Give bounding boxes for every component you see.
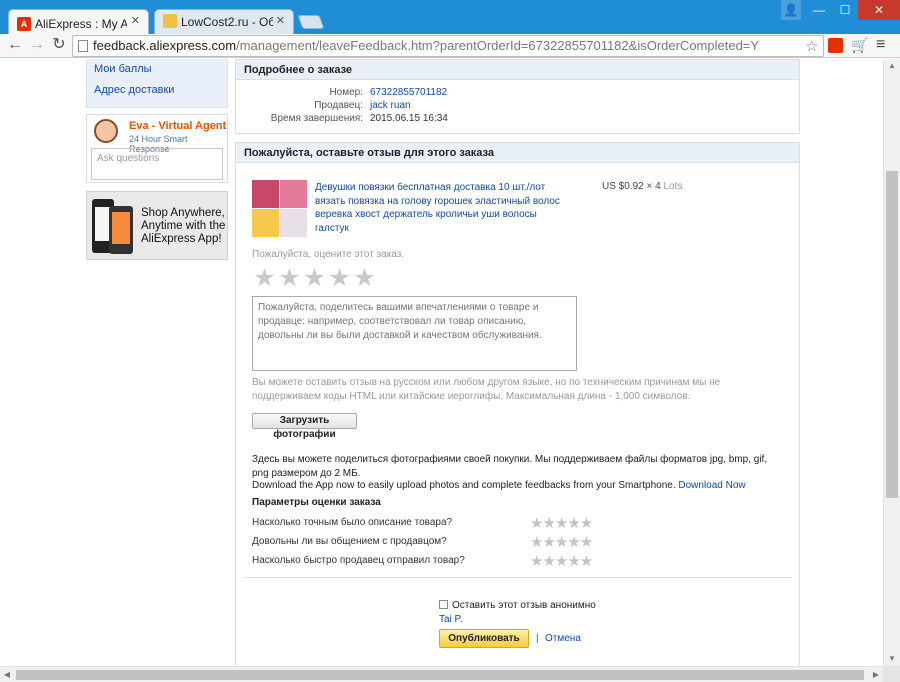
completion-time-value: 2015.06.15 16:34 <box>370 113 448 124</box>
star-3-icon[interactable]: ★ <box>302 265 327 291</box>
app-download-line: Download the App now to easily upload ph… <box>252 480 746 491</box>
page-viewport: Мои баллы Адрес доставки Eva - Virtual A… <box>0 59 883 666</box>
tab-aliexpress[interactable]: A AliExpress : My AliEx ✕ <box>8 9 149 34</box>
bookmark-star-icon[interactable]: ☆ <box>805 37 818 55</box>
sidebar-nav: Мои баллы Адрес доставки <box>86 59 228 108</box>
rate-order-prompt: Пожалуйста, оцените этот заказ. <box>252 249 405 260</box>
upload-photos-button[interactable]: Загрузить фотографии <box>252 413 357 440</box>
seller-row: Продавец: jack ruan <box>236 100 799 113</box>
sidebar-item-address[interactable]: Адрес доставки <box>87 82 227 103</box>
browser-toolbar: ← → ↻ feedback.aliexpress.com/management… <box>0 34 900 58</box>
scroll-left-arrow-icon[interactable]: ◀ <box>0 667 14 682</box>
horizontal-scroll-thumb[interactable] <box>16 670 864 680</box>
completion-time-row: Время завершения: 2015.06.15 16:34 <box>236 113 799 126</box>
virtual-agent-panel: Eva - Virtual Agent 24 Hour Smart Respon… <box>86 114 228 183</box>
param-shipping-speed: Насколько быстро продавец отправил товар… <box>252 553 612 570</box>
cancel-link[interactable]: Отмена <box>545 633 581 644</box>
rating-params-title: Параметры оценки заказа <box>252 497 381 508</box>
param-rating-stars[interactable]: ★★★★★ <box>530 552 593 570</box>
ask-questions-input[interactable]: Ask questions <box>91 148 223 180</box>
close-window-button[interactable]: ✕ <box>858 0 900 20</box>
tab-title: AliExpress : My AliEx <box>35 17 127 31</box>
minimize-button[interactable]: — <box>806 0 832 20</box>
product-thumbnail[interactable] <box>252 180 307 237</box>
left-sidebar: Мои баллы Адрес доставки Eva - Virtual A… <box>86 59 228 260</box>
param-seller-communication: Довольны ли вы общением с продавцом? ★★★★… <box>252 534 612 551</box>
seller-link[interactable]: jack ruan <box>370 100 411 111</box>
param-question: Насколько быстро продавец отправил товар… <box>252 555 465 566</box>
price-value: US $0.92 × 4 <box>602 181 661 192</box>
agent-name[interactable]: Eva - Virtual Agent <box>129 120 226 132</box>
vertical-scroll-thumb[interactable] <box>886 171 898 498</box>
order-details-heading: Подробнее о заказе <box>236 60 799 80</box>
star-1-icon[interactable]: ★ <box>252 265 277 291</box>
tab-lowcost[interactable]: LowCost2.ru - Обзор ✕ <box>154 9 294 34</box>
app-promo-banner[interactable]: Shop Anywhere, Anytime with the AliExpre… <box>86 191 228 260</box>
aliexpress-icon: A <box>17 17 31 31</box>
horizontal-scrollbar[interactable]: ◀ ▶ <box>0 666 883 682</box>
sidebar-item-points[interactable]: Мои баллы <box>87 61 227 82</box>
app-promo-text: Shop Anywhere, Anytime with the AliExpre… <box>141 207 226 245</box>
scrollbar-corner <box>883 666 900 682</box>
order-number-row: Номер: 67322855701182 <box>236 87 799 100</box>
user-name-link[interactable]: Tai P. <box>439 614 463 625</box>
app-download-text: Download the App now to easily upload ph… <box>252 480 676 491</box>
user-profile-icon[interactable]: 👤 <box>781 0 801 20</box>
cart-extension-icon[interactable]: 🛒 <box>851 37 868 54</box>
param-rating-stars[interactable]: ★★★★★ <box>530 514 593 532</box>
star-2-icon[interactable]: ★ <box>277 265 302 291</box>
close-tab-icon[interactable]: ✕ <box>276 14 285 27</box>
scroll-up-arrow-icon[interactable]: ▲ <box>884 59 900 73</box>
order-number-link[interactable]: 67322855701182 <box>370 87 447 98</box>
chrome-menu-icon[interactable]: ≡ <box>876 36 885 54</box>
tab-title: LowCost2.ru - Обзор <box>181 15 273 29</box>
action-separator: | <box>536 633 539 644</box>
seller-label: Продавец: <box>314 100 363 111</box>
param-rating-stars[interactable]: ★★★★★ <box>530 533 593 551</box>
address-bar[interactable]: feedback.aliexpress.com/management/leave… <box>72 35 824 57</box>
feedback-textarea[interactable] <box>252 296 577 371</box>
order-rating-stars[interactable]: ★ ★ ★ ★ ★ <box>252 265 377 291</box>
price-unit: Lots <box>663 181 683 192</box>
reload-icon[interactable]: ↻ <box>50 36 68 54</box>
anonymous-checkbox[interactable] <box>439 600 448 609</box>
order-number-label: Номер: <box>329 87 363 98</box>
back-arrow-icon[interactable]: ← <box>6 36 24 54</box>
lowcost-icon <box>163 14 177 28</box>
browser-titlebar: A AliExpress : My AliEx ✕ LowCost2.ru - О… <box>0 0 900 34</box>
url-host: feedback.aliexpress.com <box>93 38 237 53</box>
scroll-right-arrow-icon[interactable]: ▶ <box>869 667 883 682</box>
param-question: Насколько точным было описание товара? <box>252 517 453 528</box>
section-divider <box>244 577 792 578</box>
photo-info-text: Здесь вы можете поделиться фотографиями … <box>252 454 768 479</box>
maximize-button[interactable]: ☐ <box>832 0 858 20</box>
param-description-accuracy: Насколько точным было описание товара? ★★… <box>252 515 612 532</box>
scroll-down-arrow-icon[interactable]: ▼ <box>884 652 900 666</box>
aliexpress-extension-icon[interactable] <box>828 38 843 53</box>
product-title-link[interactable]: Девушки повязки бесплатная доставка 10 ш… <box>315 181 565 235</box>
product-price: US $0.92 × 4 Lots <box>602 181 682 192</box>
order-details-list: Номер: 67322855701182 Продавец: jack ruan … <box>236 80 799 126</box>
anonymous-label: Оставить этот отзыв анонимно <box>452 600 596 611</box>
main-content: Подробнее о заказе Номер: 67322855701182 … <box>235 59 800 666</box>
param-question: Довольны ли вы общением с продавцом? <box>252 536 447 547</box>
anonymous-option[interactable]: Оставить этот отзыв анонимно <box>439 600 596 611</box>
phone-image <box>109 206 133 254</box>
url-path: /management/leaveFeedback.htm?parentOrde… <box>236 38 760 53</box>
agent-avatar <box>94 119 118 143</box>
publish-button[interactable]: Опубликовать <box>439 629 529 648</box>
page-icon <box>78 40 88 52</box>
feedback-hint: Вы можете оставить отзыв на русском или … <box>252 377 721 402</box>
new-tab-button[interactable] <box>297 15 325 29</box>
star-5-icon[interactable]: ★ <box>352 265 377 291</box>
forward-arrow-icon[interactable]: → <box>28 36 46 54</box>
download-now-link[interactable]: Download Now <box>678 480 745 491</box>
order-details-box: Подробнее о заказе Номер: 67322855701182 … <box>235 59 800 134</box>
feedback-box: Пожалуйста, оставьте отзыв для этого зак… <box>235 142 800 666</box>
star-4-icon[interactable]: ★ <box>327 265 352 291</box>
feedback-heading: Пожалуйста, оставьте отзыв для этого зак… <box>236 143 799 163</box>
close-tab-icon[interactable]: ✕ <box>131 14 140 27</box>
vertical-scrollbar[interactable]: ▲ ▼ <box>883 59 900 666</box>
completion-time-label: Время завершения: <box>270 113 363 124</box>
